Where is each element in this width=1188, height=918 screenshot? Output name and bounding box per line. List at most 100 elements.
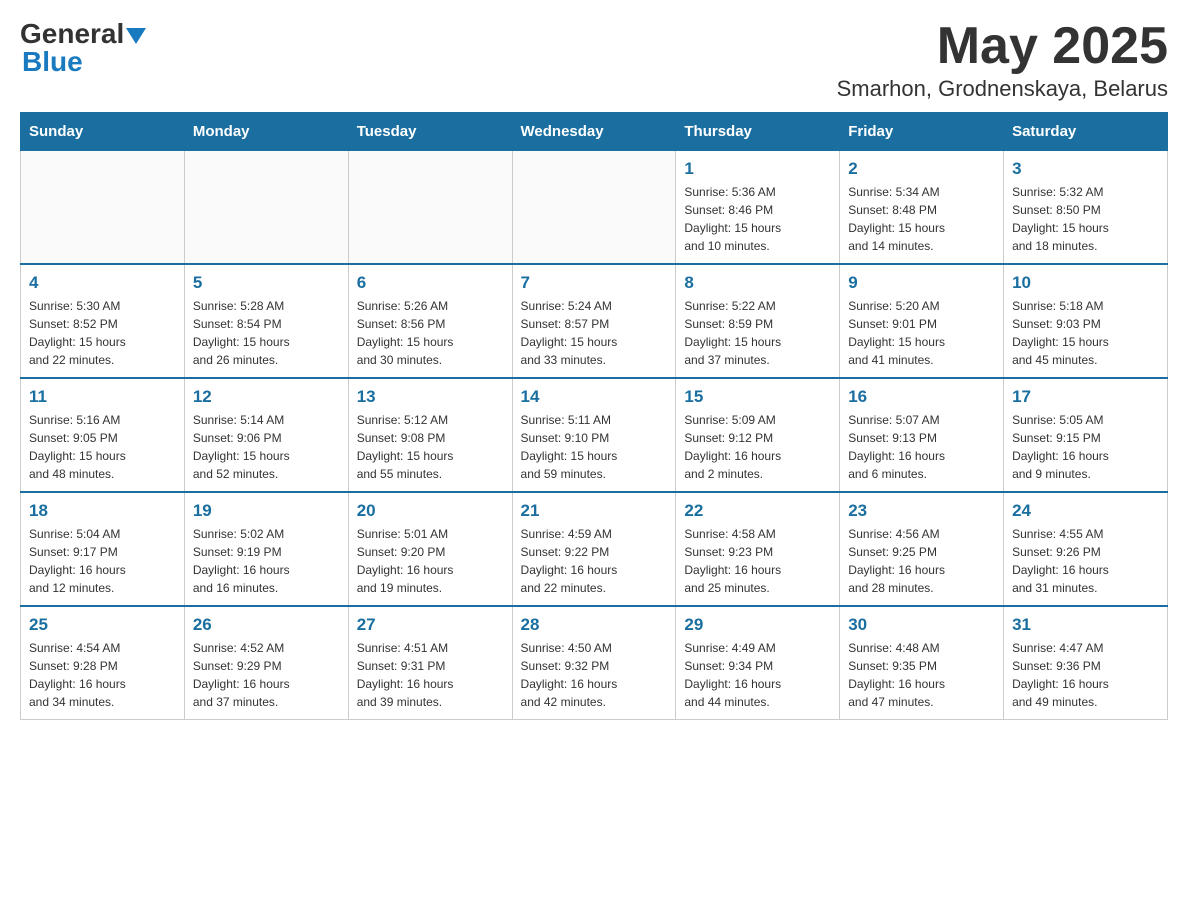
day-number: 13 [357,387,504,407]
day-number: 9 [848,273,995,293]
day-number: 20 [357,501,504,521]
location-subtitle: Smarhon, Grodnenskaya, Belarus [837,76,1168,102]
day-info: Sunrise: 4:52 AMSunset: 9:29 PMDaylight:… [193,639,340,711]
calendar-cell: 11 Sunrise: 5:16 AMSunset: 9:05 PMDayligh… [21,378,185,492]
day-info: Sunrise: 5:05 AMSunset: 9:15 PMDaylight:… [1012,411,1159,483]
calendar-cell [512,151,676,265]
calendar-week-row: 11 Sunrise: 5:16 AMSunset: 9:05 PMDayligh… [21,378,1168,492]
calendar-cell: 22 Sunrise: 4:58 AMSunset: 9:23 PMDayligh… [676,492,840,606]
calendar-cell: 1 Sunrise: 5:36 AMSunset: 8:46 PMDaylight… [676,151,840,265]
day-number: 26 [193,615,340,635]
day-number: 19 [193,501,340,521]
day-info: Sunrise: 5:22 AMSunset: 8:59 PMDaylight:… [684,297,831,369]
day-info: Sunrise: 4:56 AMSunset: 9:25 PMDaylight:… [848,525,995,597]
weekday-header-row: SundayMondayTuesdayWednesdayThursdayFrid… [21,113,1168,151]
calendar-week-row: 4Sunrise: 5:30 AMSunset: 8:52 PMDaylight… [21,264,1168,378]
day-number: 30 [848,615,995,635]
calendar-cell: 16 Sunrise: 5:07 AMSunset: 9:13 PMDayligh… [840,378,1004,492]
calendar-cell: 26 Sunrise: 4:52 AMSunset: 9:29 PMDayligh… [184,606,348,720]
day-number: 14 [521,387,668,407]
calendar-cell: 2Sunrise: 5:34 AMSunset: 8:48 PMDaylight… [840,151,1004,265]
logo-general-text: General [20,20,124,48]
calendar-cell: 5Sunrise: 5:28 AMSunset: 8:54 PMDaylight… [184,264,348,378]
day-info: Sunrise: 4:54 AMSunset: 9:28 PMDaylight:… [29,639,176,711]
day-number: 25 [29,615,176,635]
day-number: 3 [1012,159,1159,179]
day-number: 16 [848,387,995,407]
day-number: 7 [521,273,668,293]
day-info: Sunrise: 4:58 AMSunset: 9:23 PMDaylight:… [684,525,831,597]
day-info: Sunrise: 4:48 AMSunset: 9:35 PMDaylight:… [848,639,995,711]
day-info: Sunrise: 5:24 AMSunset: 8:57 PMDaylight:… [521,297,668,369]
day-number: 29 [684,615,831,635]
day-info: Sunrise: 5:07 AMSunset: 9:13 PMDaylight:… [848,411,995,483]
day-info: Sunrise: 5:14 AMSunset: 9:06 PMDaylight:… [193,411,340,483]
day-info: Sunrise: 5:16 AMSunset: 9:05 PMDaylight:… [29,411,176,483]
calendar-cell: 28Sunrise: 4:50 AMSunset: 9:32 PMDayligh… [512,606,676,720]
calendar-cell: 10 Sunrise: 5:18 AMSunset: 9:03 PMDayligh… [1004,264,1168,378]
day-info: Sunrise: 5:12 AMSunset: 9:08 PMDaylight:… [357,411,504,483]
calendar-cell: 30 Sunrise: 4:48 AMSunset: 9:35 PMDayligh… [840,606,1004,720]
day-info: Sunrise: 5:26 AMSunset: 8:56 PMDaylight:… [357,297,504,369]
day-number: 17 [1012,387,1159,407]
day-number: 1 [684,159,831,179]
day-info: Sunrise: 4:50 AMSunset: 9:32 PMDaylight:… [521,639,668,711]
calendar-cell: 13 Sunrise: 5:12 AMSunset: 9:08 PMDayligh… [348,378,512,492]
calendar-cell: 17 Sunrise: 5:05 AMSunset: 9:15 PMDayligh… [1004,378,1168,492]
logo-arrow-icon [126,28,146,44]
calendar-cell: 25 Sunrise: 4:54 AMSunset: 9:28 PMDayligh… [21,606,185,720]
day-number: 6 [357,273,504,293]
day-info: Sunrise: 5:18 AMSunset: 9:03 PMDaylight:… [1012,297,1159,369]
day-number: 23 [848,501,995,521]
calendar-cell: 14Sunrise: 5:11 AMSunset: 9:10 PMDayligh… [512,378,676,492]
title-block: May 2025 Smarhon, Grodnenskaya, Belarus [837,20,1168,102]
month-year-title: May 2025 [837,20,1168,72]
calendar-cell: 3Sunrise: 5:32 AMSunset: 8:50 PMDaylight… [1004,151,1168,265]
calendar-cell: 15 Sunrise: 5:09 AMSunset: 9:12 PMDayligh… [676,378,840,492]
day-number: 10 [1012,273,1159,293]
calendar-week-row: 18Sunrise: 5:04 AMSunset: 9:17 PMDayligh… [21,492,1168,606]
day-info: Sunrise: 5:09 AMSunset: 9:12 PMDaylight:… [684,411,831,483]
calendar-cell [348,151,512,265]
day-number: 11 [29,387,176,407]
day-info: Sunrise: 4:59 AMSunset: 9:22 PMDaylight:… [521,525,668,597]
calendar-cell: 9 Sunrise: 5:20 AMSunset: 9:01 PMDaylight… [840,264,1004,378]
day-info: Sunrise: 5:36 AMSunset: 8:46 PMDaylight:… [684,183,831,255]
day-number: 12 [193,387,340,407]
calendar-cell: 24Sunrise: 4:55 AMSunset: 9:26 PMDayligh… [1004,492,1168,606]
day-number: 24 [1012,501,1159,521]
day-info: Sunrise: 5:28 AMSunset: 8:54 PMDaylight:… [193,297,340,369]
day-number: 31 [1012,615,1159,635]
day-number: 27 [357,615,504,635]
calendar-cell: 4Sunrise: 5:30 AMSunset: 8:52 PMDaylight… [21,264,185,378]
day-info: Sunrise: 4:49 AMSunset: 9:34 PMDaylight:… [684,639,831,711]
calendar-cell: 18Sunrise: 5:04 AMSunset: 9:17 PMDayligh… [21,492,185,606]
day-number: 22 [684,501,831,521]
page-header: General Blue May 2025 Smarhon, Grodnensk… [20,20,1168,102]
day-number: 15 [684,387,831,407]
day-info: Sunrise: 5:01 AMSunset: 9:20 PMDaylight:… [357,525,504,597]
day-info: Sunrise: 4:47 AMSunset: 9:36 PMDaylight:… [1012,639,1159,711]
day-info: Sunrise: 5:20 AMSunset: 9:01 PMDaylight:… [848,297,995,369]
day-number: 18 [29,501,176,521]
weekday-header-sunday: Sunday [21,113,185,151]
weekday-header-friday: Friday [840,113,1004,151]
calendar-cell: 27Sunrise: 4:51 AMSunset: 9:31 PMDayligh… [348,606,512,720]
calendar-cell: 8 Sunrise: 5:22 AMSunset: 8:59 PMDaylight… [676,264,840,378]
day-info: Sunrise: 5:34 AMSunset: 8:48 PMDaylight:… [848,183,995,255]
weekday-header-saturday: Saturday [1004,113,1168,151]
day-number: 4 [29,273,176,293]
calendar-cell: 29 Sunrise: 4:49 AMSunset: 9:34 PMDayligh… [676,606,840,720]
day-info: Sunrise: 5:02 AMSunset: 9:19 PMDaylight:… [193,525,340,597]
calendar-week-row: 25 Sunrise: 4:54 AMSunset: 9:28 PMDayligh… [21,606,1168,720]
calendar-cell: 19 Sunrise: 5:02 AMSunset: 9:19 PMDayligh… [184,492,348,606]
calendar-cell: 7 Sunrise: 5:24 AMSunset: 8:57 PMDaylight… [512,264,676,378]
logo: General Blue [20,20,146,78]
day-number: 8 [684,273,831,293]
weekday-header-wednesday: Wednesday [512,113,676,151]
calendar-cell: 23 Sunrise: 4:56 AMSunset: 9:25 PMDayligh… [840,492,1004,606]
calendar-week-row: 1 Sunrise: 5:36 AMSunset: 8:46 PMDaylight… [21,151,1168,265]
calendar-table: SundayMondayTuesdayWednesdayThursdayFrid… [20,112,1168,720]
weekday-header-tuesday: Tuesday [348,113,512,151]
weekday-header-monday: Monday [184,113,348,151]
